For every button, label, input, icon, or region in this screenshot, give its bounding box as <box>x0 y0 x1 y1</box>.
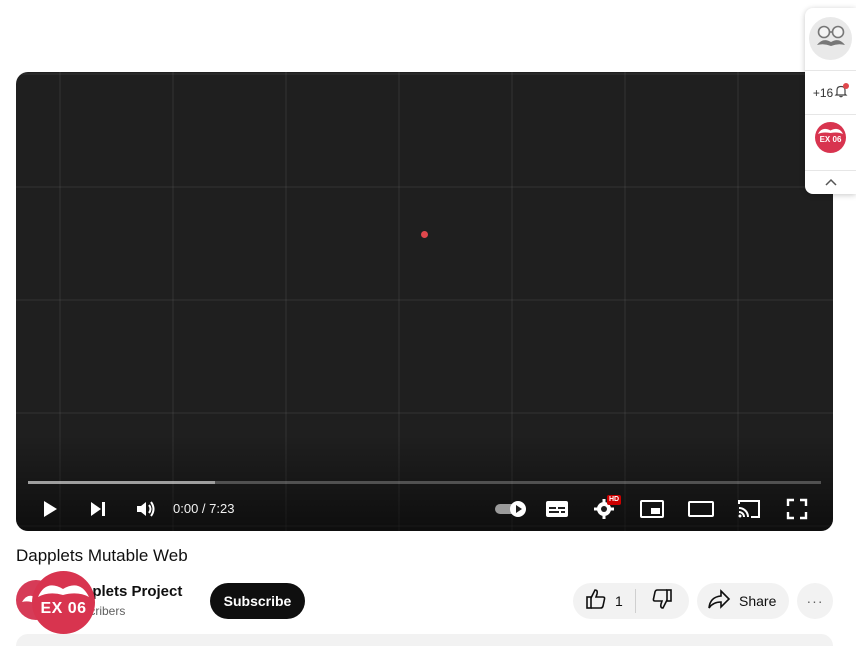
time-display: 0:00 / 7:23 <box>173 501 235 516</box>
overlay-badge-text: EX 06 <box>40 600 87 617</box>
skip-next-icon <box>88 499 108 519</box>
play-button[interactable] <box>30 487 70 531</box>
play-icon <box>40 499 60 519</box>
video-player[interactable]: 0:00 / 7:23 HD <box>16 72 833 531</box>
chevron-up-icon <box>824 174 838 192</box>
video-red-dot <box>421 231 428 238</box>
fullscreen-icon <box>786 498 808 520</box>
hd-badge: HD <box>607 495 622 505</box>
thumbs-down-icon <box>651 588 673 615</box>
like-count: 1 <box>615 593 623 609</box>
cast-icon <box>736 498 762 520</box>
extension-avatar-button[interactable] <box>809 17 852 60</box>
extension-separator <box>805 114 856 115</box>
mustache-glasses-icon <box>814 22 848 55</box>
miniplayer-button[interactable] <box>632 487 672 531</box>
more-dots-icon: ··· <box>806 593 824 609</box>
progress-loaded <box>28 481 216 484</box>
ex06-app-button[interactable]: EX 06 <box>815 122 846 153</box>
subscribe-button[interactable]: Subscribe <box>210 583 305 619</box>
notification-dot <box>843 82 850 89</box>
settings-button[interactable]: HD <box>584 487 624 531</box>
next-button[interactable] <box>78 487 118 531</box>
volume-button[interactable] <box>126 487 166 531</box>
miniplayer-icon <box>639 499 665 519</box>
theater-mode-button[interactable] <box>681 487 721 531</box>
autoplay-toggle[interactable] <box>486 487 536 531</box>
share-button[interactable]: Share <box>697 583 789 619</box>
like-dislike-group: 1 <box>573 583 689 619</box>
ex06-overlay-badge[interactable]: EX 06 <box>32 571 95 634</box>
share-label: Share <box>739 593 777 609</box>
dislike-button[interactable] <box>636 583 688 619</box>
theater-icon <box>687 499 715 519</box>
share-arrow-icon <box>707 588 731 615</box>
autoplay-toggle-icon <box>493 499 529 519</box>
extension-separator <box>805 170 856 171</box>
extension-separator <box>805 70 856 71</box>
description-box[interactable] <box>16 634 833 646</box>
thumbs-up-icon <box>585 588 607 615</box>
fullscreen-button[interactable] <box>777 487 817 531</box>
volume-icon <box>135 499 157 519</box>
extension-panel: +16 EX 06 <box>805 8 856 194</box>
video-title: Dapplets Mutable Web <box>16 546 188 565</box>
notifications-button[interactable]: +16 <box>805 78 856 108</box>
player-controls: 0:00 / 7:23 HD <box>16 487 833 531</box>
progress-bar[interactable] <box>28 481 821 484</box>
bell-icon <box>834 82 850 103</box>
more-actions-button[interactable]: ··· <box>797 583 833 619</box>
subtitles-button[interactable] <box>536 487 578 531</box>
notification-count: +16 <box>812 86 834 100</box>
ext-app-badge-text: EX 06 <box>819 135 842 144</box>
subtitles-icon <box>545 499 569 519</box>
cast-button[interactable] <box>729 487 769 531</box>
like-button[interactable]: 1 <box>573 583 635 619</box>
collapse-panel-button[interactable] <box>805 172 856 194</box>
